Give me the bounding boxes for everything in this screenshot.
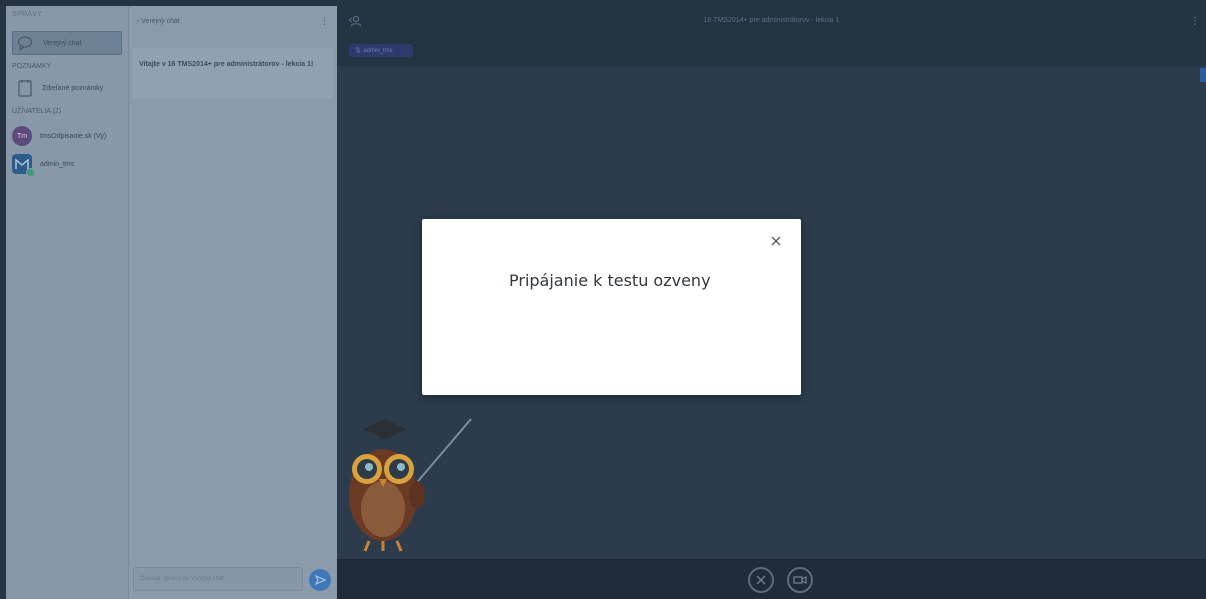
modal-title: Pripájanie k testu ozveny [509, 271, 711, 290]
close-icon [771, 236, 781, 246]
echo-test-modal: Pripájanie k testu ozveny [422, 219, 801, 395]
close-button[interactable] [769, 234, 783, 248]
modal-overlay: Pripájanie k testu ozveny [0, 0, 1206, 599]
